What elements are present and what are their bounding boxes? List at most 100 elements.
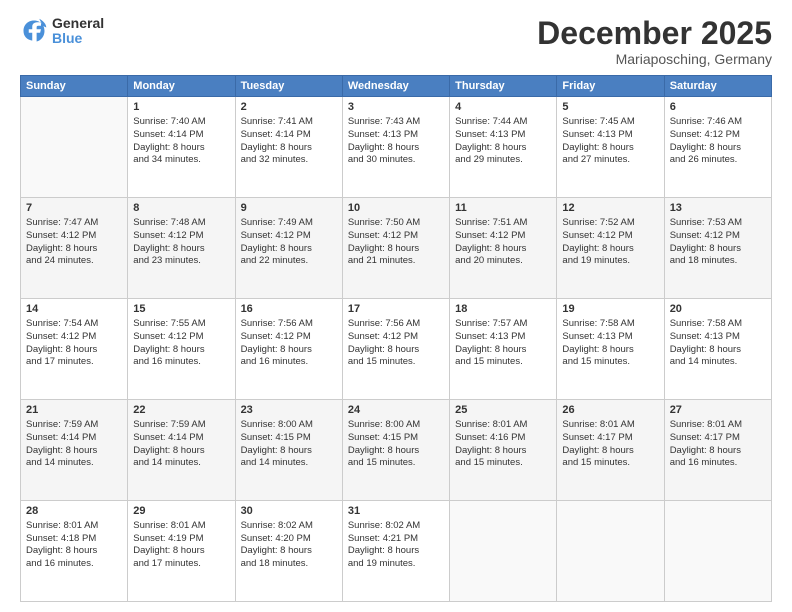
day-number: 24: [348, 403, 444, 418]
day-content-line: Daylight: 8 hours: [26, 545, 122, 558]
day-content-line: Sunset: 4:14 PM: [26, 432, 122, 445]
day-content-line: Daylight: 8 hours: [133, 445, 229, 458]
day-number: 29: [133, 504, 229, 519]
day-number: 9: [241, 201, 337, 216]
day-number: 23: [241, 403, 337, 418]
col-header-monday: Monday: [128, 76, 235, 97]
day-number: 22: [133, 403, 229, 418]
day-content-line: and 15 minutes.: [455, 457, 551, 470]
day-content-line: Sunrise: 7:46 AM: [670, 116, 766, 129]
day-content-line: Daylight: 8 hours: [562, 344, 658, 357]
logo: General Blue: [20, 16, 104, 47]
day-content-line: Daylight: 8 hours: [348, 545, 444, 558]
day-content-line: and 32 minutes.: [241, 154, 337, 167]
day-content-line: Daylight: 8 hours: [670, 142, 766, 155]
day-number: 1: [133, 100, 229, 115]
title-block: December 2025 Mariaposching, Germany: [537, 16, 772, 67]
day-content-line: Daylight: 8 hours: [133, 142, 229, 155]
table-cell: 24Sunrise: 8:00 AMSunset: 4:15 PMDayligh…: [342, 400, 449, 501]
table-cell: 10Sunrise: 7:50 AMSunset: 4:12 PMDayligh…: [342, 198, 449, 299]
day-number: 14: [26, 302, 122, 317]
day-content-line: Daylight: 8 hours: [562, 142, 658, 155]
day-content-line: Sunset: 4:15 PM: [348, 432, 444, 445]
table-cell: 21Sunrise: 7:59 AMSunset: 4:14 PMDayligh…: [21, 400, 128, 501]
day-content-line: and 22 minutes.: [241, 255, 337, 268]
day-content-line: Daylight: 8 hours: [455, 243, 551, 256]
day-content-line: Daylight: 8 hours: [670, 243, 766, 256]
day-number: 31: [348, 504, 444, 519]
day-number: 18: [455, 302, 551, 317]
day-content-line: Sunset: 4:13 PM: [562, 129, 658, 142]
day-content-line: and 29 minutes.: [455, 154, 551, 167]
day-content-line: and 14 minutes.: [133, 457, 229, 470]
table-cell: 9Sunrise: 7:49 AMSunset: 4:12 PMDaylight…: [235, 198, 342, 299]
table-cell: 27Sunrise: 8:01 AMSunset: 4:17 PMDayligh…: [664, 400, 771, 501]
day-content-line: Sunrise: 7:40 AM: [133, 116, 229, 129]
day-content-line: Daylight: 8 hours: [241, 545, 337, 558]
day-content-line: Sunset: 4:13 PM: [348, 129, 444, 142]
table-cell: [450, 501, 557, 602]
day-content-line: Sunrise: 7:58 AM: [670, 318, 766, 331]
day-content-line: and 16 minutes.: [133, 356, 229, 369]
day-content-line: Daylight: 8 hours: [455, 445, 551, 458]
day-content-line: Sunrise: 7:48 AM: [133, 217, 229, 230]
table-cell: 15Sunrise: 7:55 AMSunset: 4:12 PMDayligh…: [128, 299, 235, 400]
day-content-line: Daylight: 8 hours: [348, 445, 444, 458]
table-cell: 25Sunrise: 8:01 AMSunset: 4:16 PMDayligh…: [450, 400, 557, 501]
table-cell: 4Sunrise: 7:44 AMSunset: 4:13 PMDaylight…: [450, 97, 557, 198]
day-content-line: and 26 minutes.: [670, 154, 766, 167]
day-content-line: Sunset: 4:18 PM: [26, 533, 122, 546]
day-content-line: Sunset: 4:12 PM: [670, 230, 766, 243]
table-cell: 16Sunrise: 7:56 AMSunset: 4:12 PMDayligh…: [235, 299, 342, 400]
day-content-line: and 14 minutes.: [241, 457, 337, 470]
day-content-line: Daylight: 8 hours: [348, 344, 444, 357]
day-number: 20: [670, 302, 766, 317]
logo-text: General Blue: [52, 16, 104, 47]
day-content-line: and 16 minutes.: [241, 356, 337, 369]
day-content-line: Sunrise: 8:01 AM: [455, 419, 551, 432]
day-number: 21: [26, 403, 122, 418]
day-content-line: Sunset: 4:12 PM: [455, 230, 551, 243]
day-content-line: Sunset: 4:12 PM: [562, 230, 658, 243]
day-content-line: Sunrise: 7:50 AM: [348, 217, 444, 230]
day-content-line: and 30 minutes.: [348, 154, 444, 167]
day-content-line: Sunset: 4:12 PM: [26, 230, 122, 243]
day-content-line: Sunrise: 7:56 AM: [241, 318, 337, 331]
day-content-line: Sunrise: 8:02 AM: [241, 520, 337, 533]
day-content-line: and 15 minutes.: [348, 457, 444, 470]
day-content-line: Sunset: 4:12 PM: [348, 331, 444, 344]
calendar-week-row: 1Sunrise: 7:40 AM Sunset: 4:14 PM Daylight…: [21, 97, 772, 198]
day-content-line: Daylight: 8 hours: [348, 142, 444, 155]
day-content-line: Sunrise: 7:54 AM: [26, 318, 122, 331]
day-content-line: and 18 minutes.: [670, 255, 766, 268]
day-content-line: Daylight: 8 hours: [562, 445, 658, 458]
month-title: December 2025: [537, 16, 772, 51]
day-content-line: Daylight: 8 hours: [241, 344, 337, 357]
day-content-line: and 17 minutes.: [26, 356, 122, 369]
day-content-line: and 18 minutes.: [241, 558, 337, 571]
table-cell: 29Sunrise: 8:01 AMSunset: 4:19 PMDayligh…: [128, 501, 235, 602]
day-number: 27: [670, 403, 766, 418]
col-header-wednesday: Wednesday: [342, 76, 449, 97]
day-content-line: Daylight: 8 hours: [241, 243, 337, 256]
day-content-line: Sunset: 4:12 PM: [348, 230, 444, 243]
day-content-line: Daylight: 8 hours: [26, 243, 122, 256]
day-content-line: Sunset: 4:12 PM: [241, 230, 337, 243]
table-cell: 30Sunrise: 8:02 AMSunset: 4:20 PMDayligh…: [235, 501, 342, 602]
day-content-line: Sunrise: 8:01 AM: [670, 419, 766, 432]
day-content-line: and 27 minutes.: [562, 154, 658, 167]
day-content-line: Sunset: 4:14 PM: [241, 129, 337, 142]
logo-general-text: General: [52, 16, 104, 31]
day-content-line: Sunset: 4:12 PM: [241, 331, 337, 344]
day-content-line: Daylight: 8 hours: [670, 445, 766, 458]
logo-blue-text: Blue: [52, 31, 104, 46]
day-content-line: Sunrise: 7:49 AM: [241, 217, 337, 230]
table-cell: 28Sunrise: 8:01 AMSunset: 4:18 PMDayligh…: [21, 501, 128, 602]
day-content-line: Sunrise: 7:57 AM: [455, 318, 551, 331]
day-number: 25: [455, 403, 551, 418]
table-cell: 7Sunrise: 7:47 AMSunset: 4:12 PMDaylight…: [21, 198, 128, 299]
table-cell: 14Sunrise: 7:54 AMSunset: 4:12 PMDayligh…: [21, 299, 128, 400]
day-content-line: Sunrise: 7:45 AM: [562, 116, 658, 129]
day-content-line: Sunset: 4:14 PM: [133, 432, 229, 445]
day-content-line: Daylight: 8 hours: [133, 545, 229, 558]
